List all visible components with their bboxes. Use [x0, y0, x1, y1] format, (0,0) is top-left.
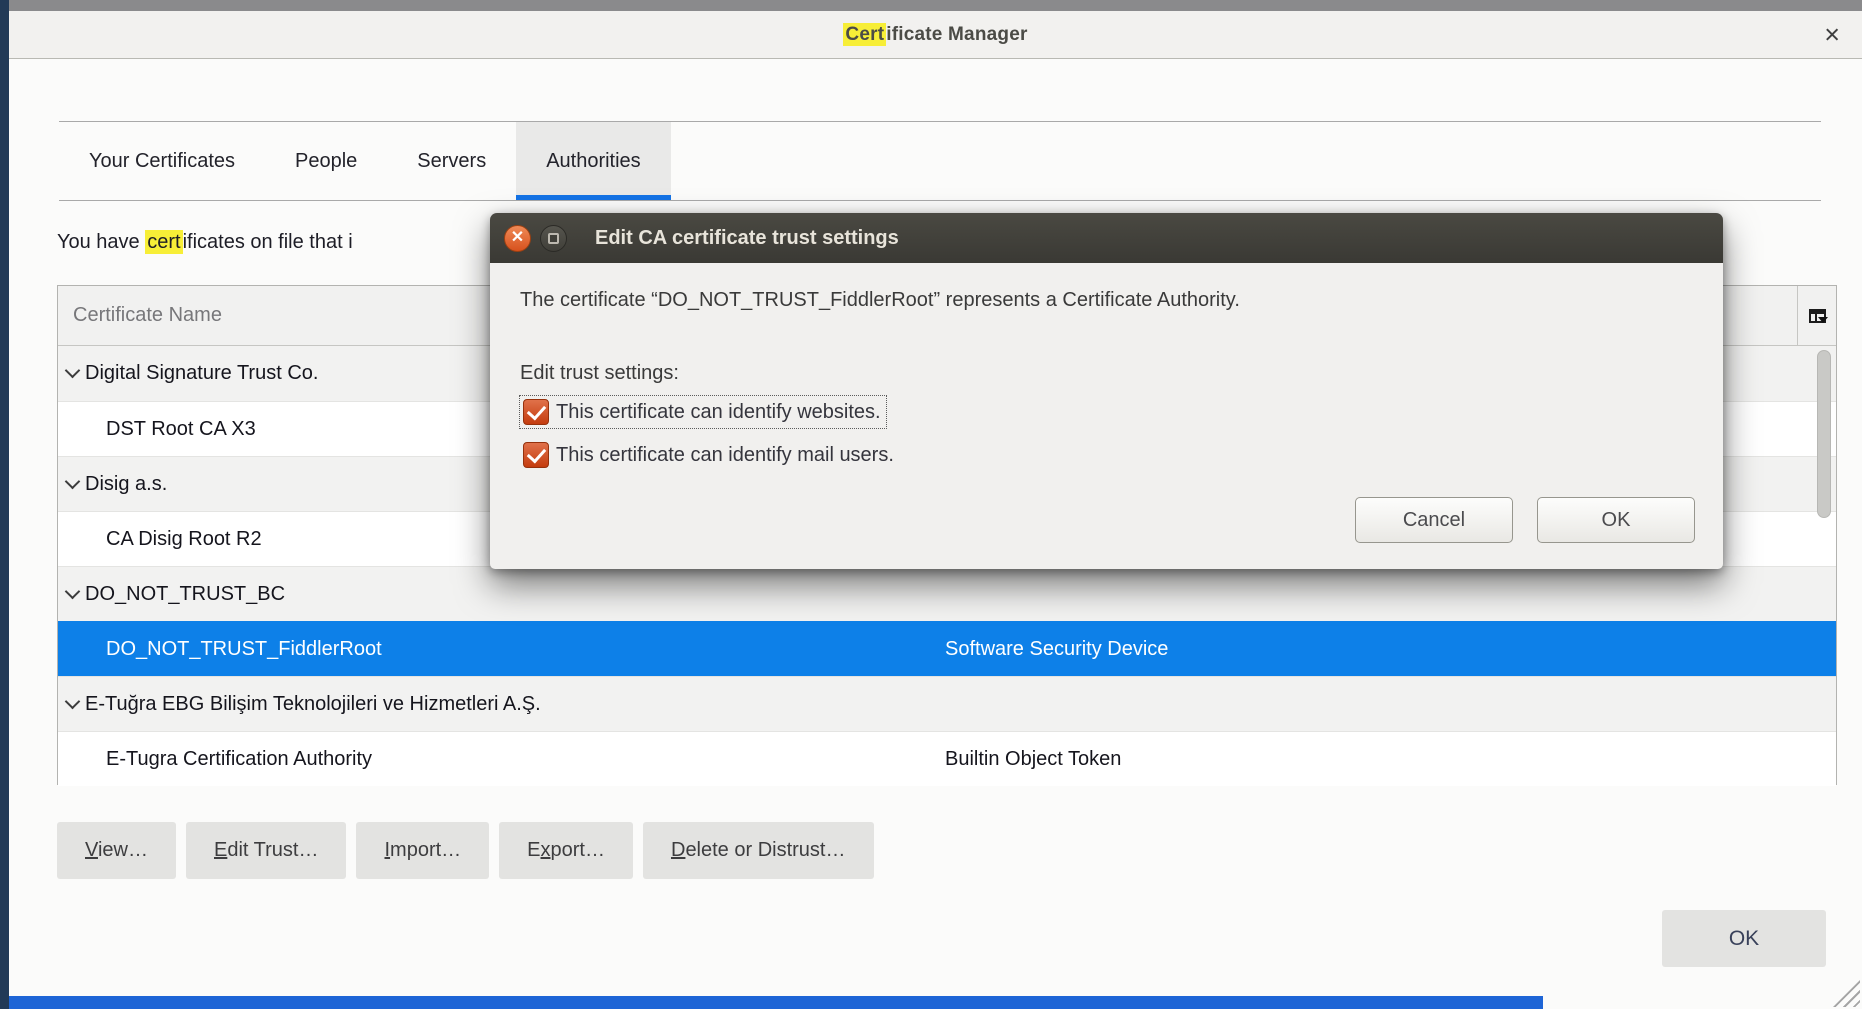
find-highlight: cert	[145, 230, 182, 254]
certificate-action-buttons: View… Edit Trust… Import… Export… Delete…	[57, 822, 874, 879]
column-header-certificate-name[interactable]: Certificate Name	[58, 304, 222, 327]
action-button[interactable]: Export…	[499, 822, 633, 879]
vertical-scrollbar-thumb[interactable]	[1817, 350, 1831, 518]
trust-checkbox-row[interactable]: This certificate can identify websites.	[520, 396, 886, 428]
dialog-message: The certificate “DO_NOT_TRUST_FiddlerRoo…	[520, 263, 1693, 312]
tab-bar: Your Certificates People Servers Authori…	[59, 121, 1821, 201]
security-device: Builtin Object Token	[945, 748, 1121, 771]
table-row[interactable]: DO_NOT_TRUST_FiddlerRoot Software Securi…	[58, 621, 1836, 676]
chevron-down-icon[interactable]	[65, 583, 81, 599]
action-button[interactable]: Import…	[356, 822, 489, 879]
certificate-name: E-Tugra Certification Authority	[106, 748, 372, 771]
tab-label: Servers	[417, 150, 486, 173]
cancel-button[interactable]: Cancel	[1355, 497, 1513, 543]
window-title: Certificate Manager	[843, 24, 1027, 46]
action-button[interactable]: Delete or Distrust…	[643, 822, 874, 879]
action-button[interactable]: Edit Trust…	[186, 822, 346, 879]
checkbox-checked-icon[interactable]	[523, 442, 549, 468]
dialog-title: Edit CA certificate trust settings	[595, 227, 899, 250]
ok-button[interactable]: OK	[1662, 910, 1826, 967]
table-row[interactable]: E-Tugra Certification Authority Builtin …	[58, 731, 1836, 786]
table-row[interactable]: E-Tuğra EBG Bilişim Teknolojileri ve Hiz…	[58, 676, 1836, 731]
dialog-close-icon[interactable]: ✕	[504, 225, 531, 252]
trust-checkbox-row[interactable]: This certificate can identify mail users…	[520, 439, 899, 471]
checkbox-checked-icon[interactable]	[523, 399, 549, 425]
close-icon[interactable]: ×	[1824, 21, 1840, 48]
certificate-name: DO_NOT_TRUST_BC	[85, 583, 285, 606]
intro-text: You have certificates on file that i	[57, 231, 353, 254]
tab-label: People	[295, 150, 357, 173]
tab[interactable]: People	[265, 122, 387, 200]
column-picker-icon	[1809, 309, 1826, 323]
security-device: Software Security Device	[945, 638, 1168, 661]
dialog-titlebar[interactable]: ✕ Edit CA certificate trust settings	[490, 213, 1723, 263]
dialog-body: The certificate “DO_NOT_TRUST_FiddlerRoo…	[490, 263, 1723, 569]
dialog-restore-icon[interactable]	[540, 225, 567, 252]
certificate-name: Digital Signature Trust Co.	[85, 362, 318, 385]
tab[interactable]: Your Certificates	[59, 122, 265, 200]
edit-trust-dialog: ✕ Edit CA certificate trust settings The…	[490, 213, 1723, 569]
find-highlight: Cert	[843, 23, 886, 46]
chevron-down-icon[interactable]	[65, 473, 81, 489]
tab[interactable]: Authorities	[516, 122, 671, 200]
tab-label: Authorities	[546, 150, 641, 173]
chevron-down-icon[interactable]	[65, 363, 81, 379]
resize-grip[interactable]	[1833, 980, 1860, 1007]
restore-square-icon	[548, 233, 559, 244]
window-top-edge	[9, 0, 1862, 11]
dialog-buttons: Cancel OK	[1355, 497, 1695, 543]
checkbox-label: This certificate can identify mail users…	[556, 444, 894, 467]
certificate-name: DST Root CA X3	[106, 418, 256, 441]
edit-trust-settings-label: Edit trust settings:	[520, 362, 1693, 385]
window-titlebar[interactable]: Certificate Manager ×	[9, 11, 1862, 59]
checkbox-label: This certificate can identify websites.	[556, 401, 881, 424]
chevron-down-icon[interactable]	[65, 693, 81, 709]
background-window-edge	[9, 996, 1543, 1009]
certificate-name: CA Disig Root R2	[106, 528, 262, 551]
action-button[interactable]: View…	[57, 822, 176, 879]
screen: Certificate Manager × Your Certificates …	[0, 0, 1862, 1009]
tab-label: Your Certificates	[89, 150, 235, 173]
certificate-name: Disig a.s.	[85, 473, 167, 496]
column-picker-button[interactable]	[1797, 286, 1836, 345]
certificate-name: E-Tuğra EBG Bilişim Teknolojileri ve Hiz…	[85, 693, 541, 716]
dialog-ok-button[interactable]: OK	[1537, 497, 1695, 543]
tab[interactable]: Servers	[387, 122, 516, 200]
table-row[interactable]: DO_NOT_TRUST_BC	[58, 566, 1836, 621]
certificate-name: DO_NOT_TRUST_FiddlerRoot	[106, 638, 382, 661]
